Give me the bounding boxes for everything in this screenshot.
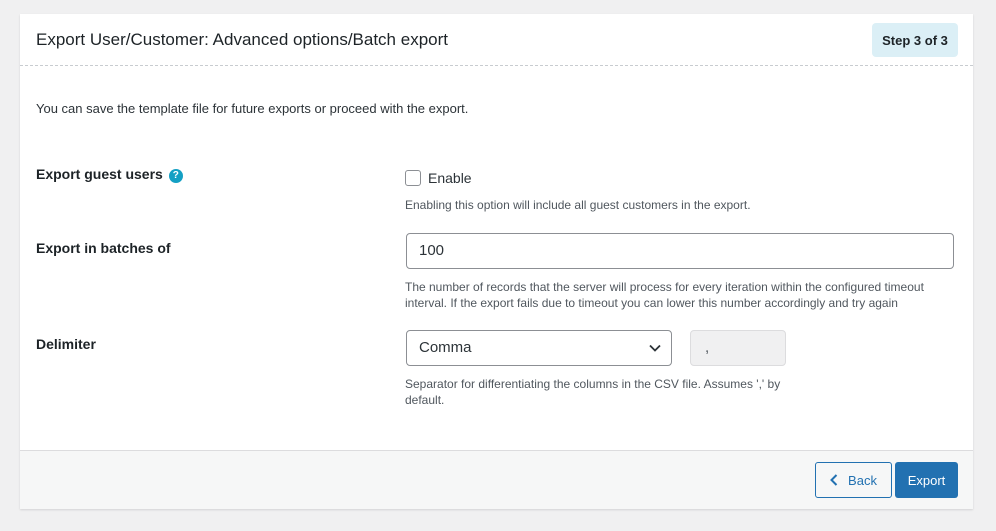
delimiter-character-field: , [690,330,786,366]
export-step-card: Export User/Customer: Advanced options/B… [20,14,973,509]
delimiter-label: Delimiter [36,336,96,352]
batch-size-input[interactable]: 100 [406,233,954,269]
chevron-left-icon [830,474,838,486]
batches-label: Export in batches of [36,240,171,256]
guest-users-label: Export guest users [36,166,163,182]
guest-users-row-label: Export guest users? [36,166,183,183]
question-circle-icon[interactable]: ? [168,169,183,183]
batches-description-line-1: The number of records that the server wi… [405,280,924,294]
delimiter-description-line-2: default. [405,393,445,407]
delimiter-select[interactable]: Comma [406,330,672,366]
delimiter-selected-value: Comma [419,339,472,356]
delimiter-description: Separator for differentiating the column… [405,376,780,408]
back-button[interactable]: Back [815,462,892,498]
card-header: Export User/Customer: Advanced options/B… [20,14,973,66]
page-title: Export User/Customer: Advanced options/B… [36,30,448,49]
enable-guest-users-checkbox[interactable] [405,170,421,186]
export-button[interactable]: Export [895,462,958,498]
intro-text: You can save the template file for futur… [36,101,469,116]
back-button-label: Back [848,472,877,488]
guest-users-description: Enabling this option will include all gu… [405,198,751,212]
enable-checkbox-label[interactable]: Enable [428,170,472,186]
batches-description-line-2: interval. If the export fails due to tim… [405,296,898,310]
batches-description: The number of records that the server wi… [405,279,924,311]
step-badge: Step 3 of 3 [872,23,958,57]
card-footer: Back Export [20,450,973,509]
chevron-down-icon [649,344,661,352]
delimiter-description-line-1: Separator for differentiating the column… [405,377,781,391]
